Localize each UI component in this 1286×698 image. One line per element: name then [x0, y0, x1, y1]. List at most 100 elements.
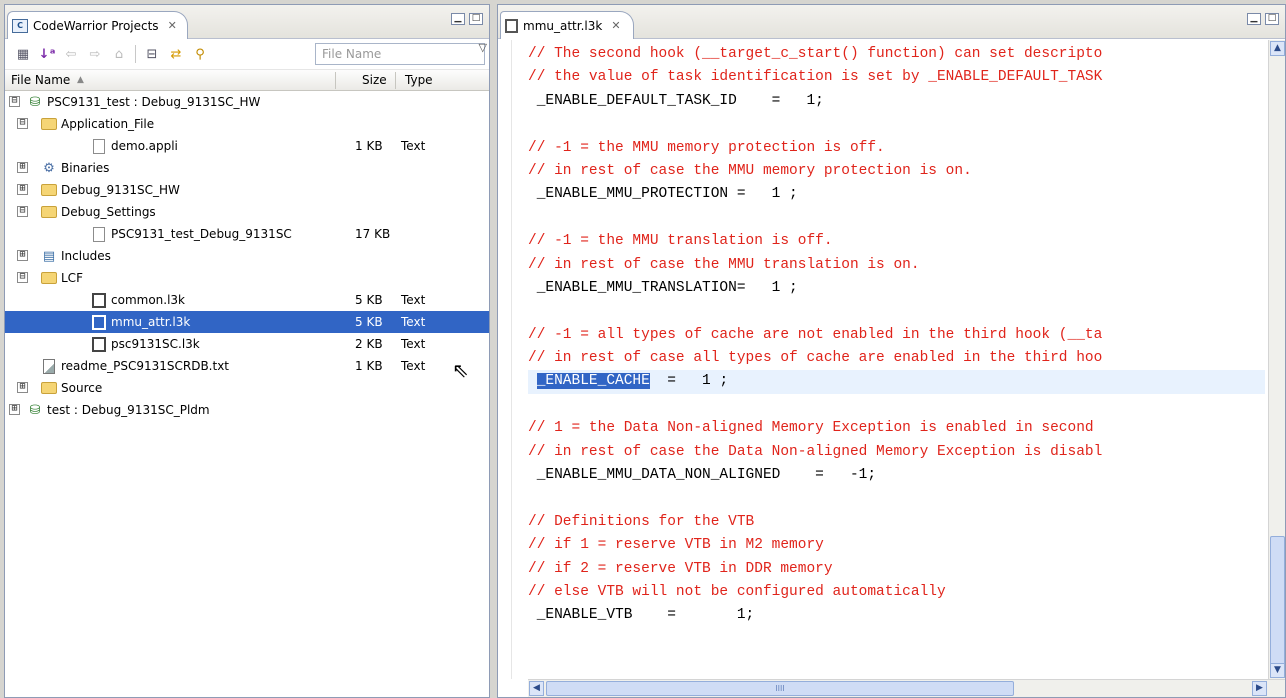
search-icon[interactable]: ⚲ [190, 44, 210, 64]
text-file-icon [41, 358, 57, 374]
tree-row[interactable]: PSC9131_test_Debug_9131SC 17 KB [5, 223, 489, 245]
code-line[interactable]: _ENABLE_MMU_DATA_NON_ALIGNED = -1; [528, 464, 1265, 487]
tab-mmu-attr[interactable]: mmu_attr.l3k ✕ [500, 11, 634, 39]
sort-az-icon[interactable]: ↓ᵃ [37, 44, 57, 64]
tree-item-label: Debug_Settings [61, 205, 156, 219]
column-size[interactable]: Size [362, 73, 387, 87]
link-with-editor-icon[interactable]: ⇄ [166, 44, 186, 64]
maximize-button[interactable]: □ [1265, 13, 1279, 25]
column-divider[interactable] [335, 72, 336, 89]
expand-icon[interactable]: ⊞ [17, 162, 28, 173]
folder-icon [41, 182, 57, 198]
tree-row[interactable]: ⊞ ⚙ Binaries [5, 157, 489, 179]
maximize-button[interactable]: □ [469, 13, 483, 25]
tree-row[interactable]: readme_PSC9131SCRDB.txt 1 KB Text [5, 355, 489, 377]
column-divider[interactable] [395, 72, 396, 89]
code-line[interactable]: // -1 = the MMU memory protection is off… [528, 137, 1265, 160]
tree-row[interactable]: ⊞ ⛁ test : Debug_9131SC_Pldm [5, 399, 489, 421]
code-line[interactable]: // else VTB will not be configured autom… [528, 581, 1265, 604]
code-line[interactable]: _ENABLE_MMU_PROTECTION = 1 ; [528, 183, 1265, 206]
minimize-button[interactable]: ▁ [451, 13, 465, 25]
code-line[interactable]: // -1 = the MMU translation is off. [528, 230, 1265, 253]
tree-row[interactable]: ⊞ Debug_9131SC_HW [5, 179, 489, 201]
scroll-right-icon[interactable]: ▶ [1252, 681, 1267, 696]
sort-ascending-icon: ▲ [77, 75, 84, 85]
tree-row[interactable]: ⊟ LCF [5, 267, 489, 289]
collapse-icon[interactable]: ⊟ [17, 206, 28, 217]
close-icon[interactable]: ✕ [611, 19, 620, 32]
tree-row[interactable]: mmu_attr.l3k 5 KB Text [5, 311, 489, 333]
tree-item-label: LCF [61, 271, 83, 285]
editor-ruler [498, 40, 512, 679]
expand-icon[interactable]: ⊞ [9, 404, 20, 415]
forward-icon[interactable]: ⇨ [85, 44, 105, 64]
tab-codewarrior-projects[interactable]: C CodeWarrior Projects ✕ [7, 11, 188, 39]
home-icon[interactable]: ⌂ [109, 44, 129, 64]
tree-item-label: test : Debug_9131SC_Pldm [47, 403, 210, 417]
tree-row[interactable]: ⊟ Application_File [5, 113, 489, 135]
file-size: 5 KB [355, 293, 383, 307]
code-line[interactable]: // The second hook (__target_c_start() f… [528, 43, 1265, 66]
code-text: _ENABLE_VTB = 1; [528, 607, 755, 624]
collapse-all-icon[interactable]: ⊟ [142, 44, 162, 64]
collapse-icon[interactable]: ⊟ [9, 96, 20, 107]
tree-row[interactable]: ⊞ ▤ Includes [5, 245, 489, 267]
code-line[interactable]: // in rest of case all types of cache ar… [528, 347, 1265, 370]
view-menu-icon[interactable]: ▽ [479, 41, 487, 54]
scroll-up-icon[interactable]: ▲ [1270, 41, 1285, 56]
scroll-down-icon[interactable]: ▼ [1270, 663, 1285, 678]
file-type: Text [401, 359, 426, 373]
horizontal-scroll-thumb[interactable]: IIII [546, 681, 1014, 696]
code-line[interactable] [528, 394, 1265, 417]
code-line[interactable]: _ENABLE_DEFAULT_TASK_ID = 1; [528, 90, 1265, 113]
vertical-scrollbar[interactable]: ▲ ▼ [1268, 40, 1285, 679]
code-line[interactable]: // in rest of case the MMU memory protec… [528, 160, 1265, 183]
code-line[interactable] [528, 113, 1265, 136]
selected-text[interactable]: _ENABLE_CACHE [536, 373, 650, 390]
columns-icon[interactable]: ▦ [13, 44, 33, 64]
folder-icon [41, 116, 57, 132]
code-line[interactable] [528, 487, 1265, 510]
file-type: Text [401, 293, 426, 307]
code-line[interactable]: _ENABLE_MMU_TRANSLATION= 1 ; [528, 277, 1265, 300]
tree-row[interactable]: demo.appli 1 KB Text [5, 135, 489, 157]
code-editor[interactable]: // The second hook (__target_c_start() f… [528, 43, 1265, 677]
code-line[interactable]: // in rest of case the MMU translation i… [528, 254, 1265, 277]
tree-item-label: demo.appli [111, 139, 178, 153]
back-icon[interactable]: ⇦ [61, 44, 81, 64]
tree-item-label: PSC9131_test_Debug_9131SC [111, 227, 292, 241]
minimize-button[interactable]: ▁ [1247, 13, 1261, 25]
expand-icon[interactable]: ⊞ [17, 382, 28, 393]
code-line[interactable]: // in rest of case the Data Non-aligned … [528, 441, 1265, 464]
horizontal-scrollbar[interactable]: ◀ IIII ▶ [528, 679, 1285, 697]
code-line[interactable]: _ENABLE_CACHE = 1 ; [528, 370, 1265, 394]
expand-icon[interactable]: ⊞ [17, 184, 28, 195]
code-line[interactable]: // -1 = all types of cache are not enabl… [528, 324, 1265, 347]
collapse-icon[interactable]: ⊟ [17, 272, 28, 283]
code-line[interactable]: // if 1 = reserve VTB in M2 memory [528, 534, 1265, 557]
close-icon[interactable]: ✕ [168, 19, 177, 32]
code-line[interactable] [528, 300, 1265, 323]
vertical-scroll-thumb[interactable] [1270, 536, 1285, 666]
column-type[interactable]: Type [405, 73, 433, 87]
collapse-icon[interactable]: ⊟ [17, 118, 28, 129]
tree-row[interactable]: ⊟ Debug_Settings [5, 201, 489, 223]
tree-row[interactable]: psc9131SC.l3k 2 KB Text [5, 333, 489, 355]
file-name-filter-input[interactable]: File Name [315, 43, 485, 65]
code-line[interactable]: // the value of task identification is s… [528, 66, 1265, 89]
code-line[interactable]: // Definitions for the VTB [528, 511, 1265, 534]
tree-row[interactable]: ⊟ ⛁ PSC9131_test : Debug_9131SC_HW [5, 91, 489, 113]
tree-item-label: readme_PSC9131SCRDB.txt [61, 359, 229, 373]
column-file-name[interactable]: File Name [11, 73, 70, 87]
scroll-left-icon[interactable]: ◀ [529, 681, 544, 696]
code-text: = 1 ; [649, 373, 729, 390]
code-line[interactable]: // 1 = the Data Non-aligned Memory Excep… [528, 417, 1265, 440]
tree-row[interactable]: common.l3k 5 KB Text [5, 289, 489, 311]
projects-toolbar: ▦ ↓ᵃ ⇦ ⇨ ⌂ ⊟ ⇄ ⚲ File Name ▽ [5, 39, 489, 69]
code-line[interactable] [528, 207, 1265, 230]
expand-icon[interactable]: ⊞ [17, 250, 28, 261]
code-line[interactable]: _ENABLE_VTB = 1; [528, 604, 1265, 627]
code-comment: // else VTB will not be configured autom… [528, 583, 946, 600]
tree-row[interactable]: ⊞ Source [5, 377, 489, 399]
code-line[interactable]: // if 2 = reserve VTB in DDR memory [528, 558, 1265, 581]
